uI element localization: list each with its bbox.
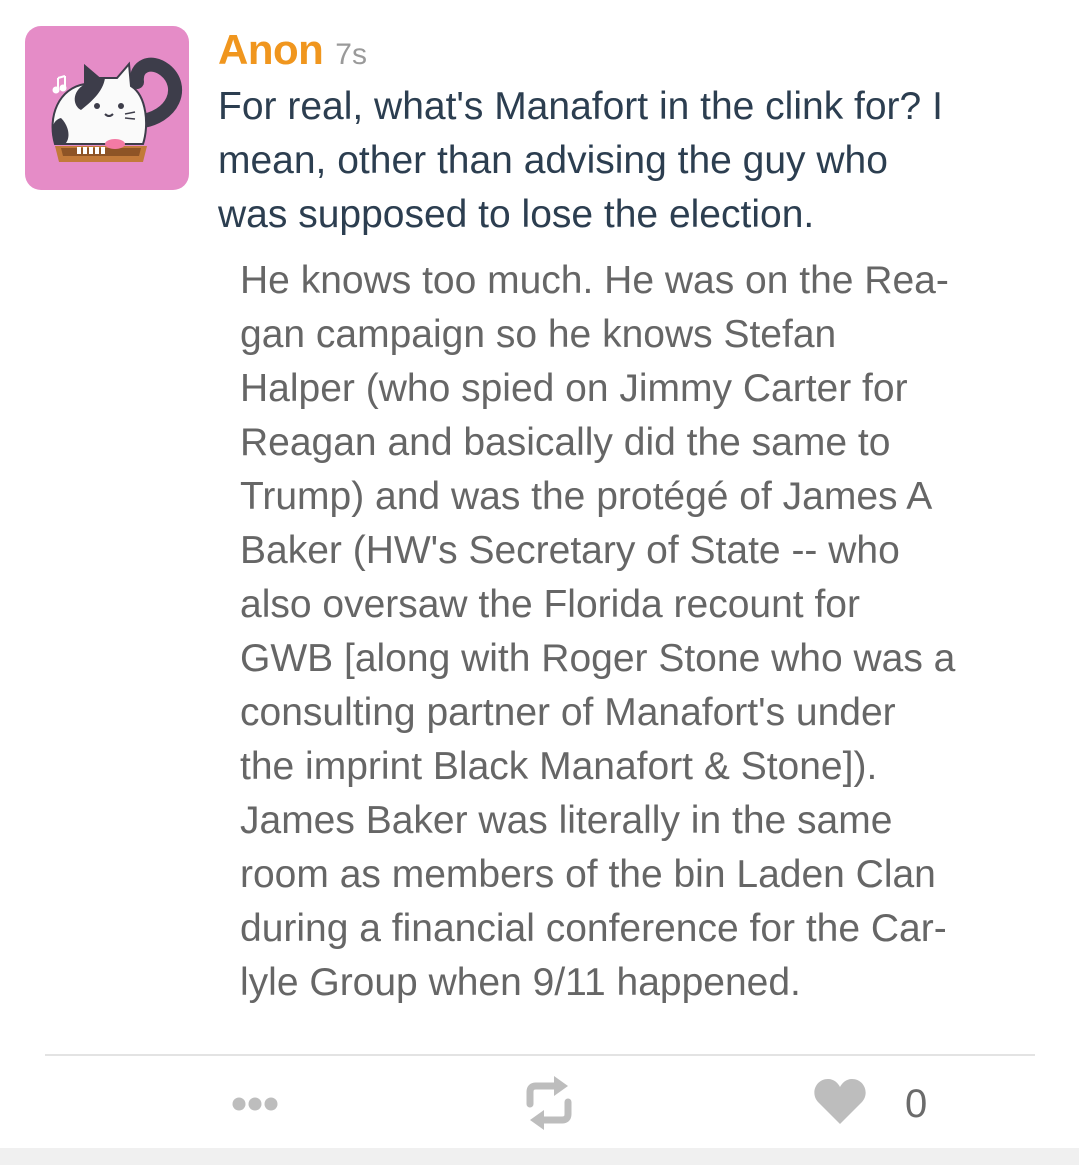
answer-text: He knows too much. He was on the Rea- ga… xyxy=(240,259,956,1004)
username[interactable]: Anon xyxy=(218,26,324,74)
post-header: Anon 7s xyxy=(218,26,367,78)
divider xyxy=(45,1054,1035,1056)
bottom-strip xyxy=(0,1148,1079,1165)
avatar[interactable] xyxy=(25,26,189,190)
reblog-button[interactable] xyxy=(518,1074,580,1132)
cat-avatar-icon xyxy=(51,57,182,162)
like-button[interactable] xyxy=(812,1076,868,1128)
like-count: 0 xyxy=(905,1082,928,1126)
reblog-icon xyxy=(526,1076,572,1130)
ellipsis-icon xyxy=(232,1097,278,1111)
timestamp: 7s xyxy=(335,38,367,71)
heart-icon xyxy=(814,1079,866,1124)
more-options-button[interactable] xyxy=(225,1086,285,1122)
question-text: For real, what's Manafort in the clink f… xyxy=(218,85,943,236)
